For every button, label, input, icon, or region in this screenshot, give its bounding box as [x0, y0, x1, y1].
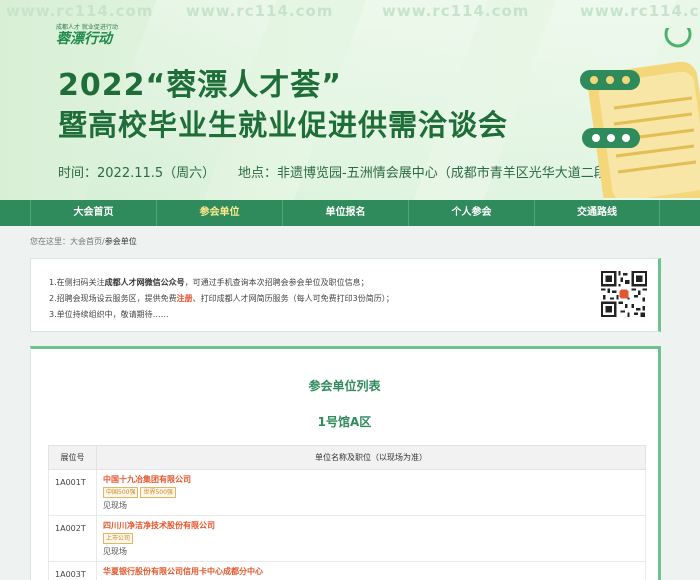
company-tag: 世界500强	[140, 487, 176, 498]
notice-line-1: 1.在侧扫码关注成都人才网微信公众号，可通过手机查询本次招聘会参会单位及职位信息…	[49, 278, 369, 287]
booth-number: 1A002T	[48, 515, 97, 562]
position-note: 见现场	[103, 547, 127, 556]
list-title: 参会单位列表	[308, 379, 381, 393]
watermark: www.rc114.com	[6, 2, 154, 20]
event-time: 时间：2022.11.5（周六）	[58, 166, 216, 181]
chat-bubble-decoration	[580, 28, 700, 198]
exhibitor-list-panel: 参会单位列表 1号馆A区 展位号 单位名称及职位（以现场为准） 1A001T 中…	[30, 346, 661, 580]
breadcrumb: 您在这里：大会首页/参会单位	[30, 236, 137, 247]
nav-item-traffic[interactable]: 交通路线	[534, 200, 660, 226]
hall-title: 1号馆A区	[317, 415, 372, 429]
breadcrumb-home-link[interactable]: 大会首页	[70, 237, 102, 246]
table-row: 1A001T 中国十九冶集团有限公司 中国500强 世界500强 见现场	[48, 469, 646, 516]
watermark: www.rc114.com	[580, 2, 700, 20]
event-place: 地点：非遗博览园-五洲情会展中心（成都市青羊区光华大道二段）	[238, 166, 620, 181]
header-banner: www.rc114.com www.rc114.com www.rc114.co…	[0, 0, 700, 200]
column-header-booth: 展位号	[48, 445, 97, 470]
breadcrumb-current: 参会单位	[104, 237, 137, 246]
company-link[interactable]: 中国十九冶集团有限公司	[103, 474, 639, 485]
main-nav: 大会首页 参会单位 单位报名 个人参会 交通路线	[0, 200, 700, 226]
event-logo: 成都人才 就业促进行动 蓉漂行动	[56, 22, 126, 50]
position-note: 见现场	[103, 501, 127, 510]
nav-item-exhibitors[interactable]: 参会单位	[156, 200, 282, 226]
nav-item-home[interactable]: 大会首页	[30, 200, 156, 226]
table-row: 1A003T 华夏银行股份有限公司信用卡中心成都分中心	[48, 561, 646, 580]
company-link[interactable]: 四川川净洁净技术股份有限公司	[103, 520, 639, 531]
nav-item-company-register[interactable]: 单位报名	[282, 200, 408, 226]
exhibitor-table: 展位号 单位名称及职位（以现场为准） 1A001T 中国十九冶集团有限公司 中国…	[48, 445, 646, 580]
watermark: www.rc114.com	[382, 2, 530, 20]
logo-wordmark: 蓉漂行动	[56, 31, 112, 47]
wechat-account-name: 成都人才网微信公众号	[104, 278, 185, 287]
notice-line-3: 3.单位持续组织中，敬请期待……	[49, 310, 169, 319]
breadcrumb-prefix: 您在这里：	[30, 237, 70, 246]
booth-number: 1A003T	[48, 561, 97, 580]
register-link[interactable]: 注册	[177, 294, 193, 303]
nav-item-personal[interactable]: 个人参会	[408, 200, 534, 226]
event-title-line1: 2022“蓉漂人才荟”	[58, 68, 342, 103]
logo-subtitle: 成都人才 就业促进行动	[56, 24, 118, 31]
watermark: www.rc114.com	[186, 2, 334, 20]
notice-panel: 1.在侧扫码关注成都人才网微信公众号，可通过手机查询本次招聘会参会单位及职位信息…	[30, 258, 661, 332]
notice-line-2: 2.招聘会现场设云服务区，提供免费注册、打印成都人才网简历服务（每人可免费打印3…	[49, 294, 394, 303]
column-header-company: 单位名称及职位（以现场为准）	[96, 445, 646, 470]
wechat-qr-code	[601, 271, 647, 317]
booth-number: 1A001T	[48, 469, 97, 516]
company-tag: 中国500强	[103, 487, 139, 498]
table-row: 1A002T 四川川净洁净技术股份有限公司 上市公司 见现场	[48, 515, 646, 562]
company-link[interactable]: 华夏银行股份有限公司信用卡中心成都分中心	[103, 566, 639, 577]
company-tag: 上市公司	[103, 533, 134, 544]
event-title-line2: 暨高校毕业生就业促进供需洽谈会	[58, 108, 509, 142]
